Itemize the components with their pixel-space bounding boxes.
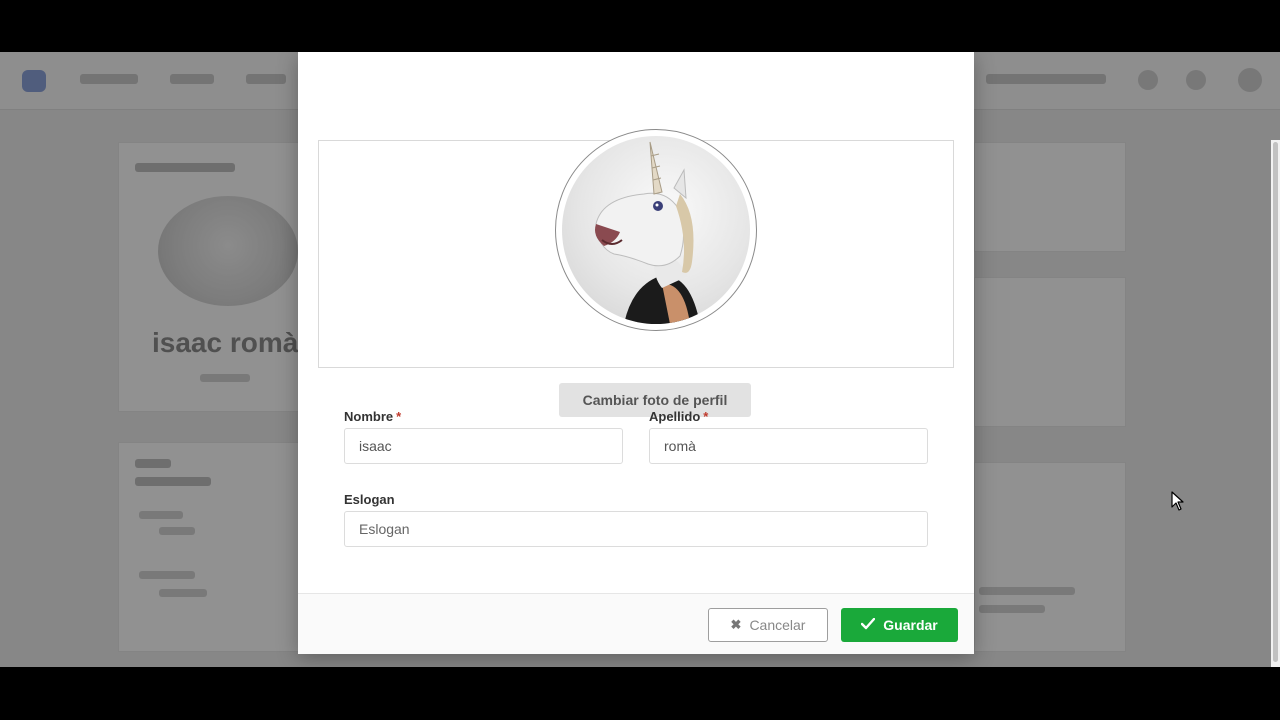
close-icon: ✖ (730, 617, 742, 632)
save-button[interactable]: Guardar (841, 608, 958, 642)
page-scrollbar[interactable] (1271, 140, 1280, 667)
avatar-image (562, 136, 750, 324)
required-marker: * (703, 409, 709, 424)
check-icon (861, 617, 876, 633)
app-window: isaac romà Cambiar foto de perfil Nombre… (0, 52, 1280, 667)
cancel-button-label: Cancelar (749, 617, 806, 633)
required-marker: * (396, 409, 402, 424)
last-name-label: Apellido * (649, 409, 708, 424)
first-name-label-text: Nombre (344, 409, 394, 424)
last-name-input[interactable] (649, 428, 928, 464)
edit-profile-modal: Cambiar foto de perfil Nombre* Apellido*… (298, 52, 974, 654)
cancel-button[interactable]: ✖ Cancelar (708, 608, 828, 642)
save-button-label: Guardar (883, 617, 938, 633)
first-name-label: Nombre * (344, 409, 401, 424)
last-name-label-text: Apellido (649, 409, 701, 424)
unicorn-mask-image (595, 141, 700, 324)
slogan-label: Eslogan (344, 492, 395, 507)
profile-avatar (555, 129, 757, 331)
mouse-cursor-icon (1171, 491, 1184, 511)
slogan-input[interactable] (344, 511, 928, 547)
modal-footer: ✖ Cancelar Guardar (298, 593, 974, 654)
first-name-input[interactable] (344, 428, 623, 464)
profile-photo-section: Cambiar foto de perfil (318, 129, 954, 417)
